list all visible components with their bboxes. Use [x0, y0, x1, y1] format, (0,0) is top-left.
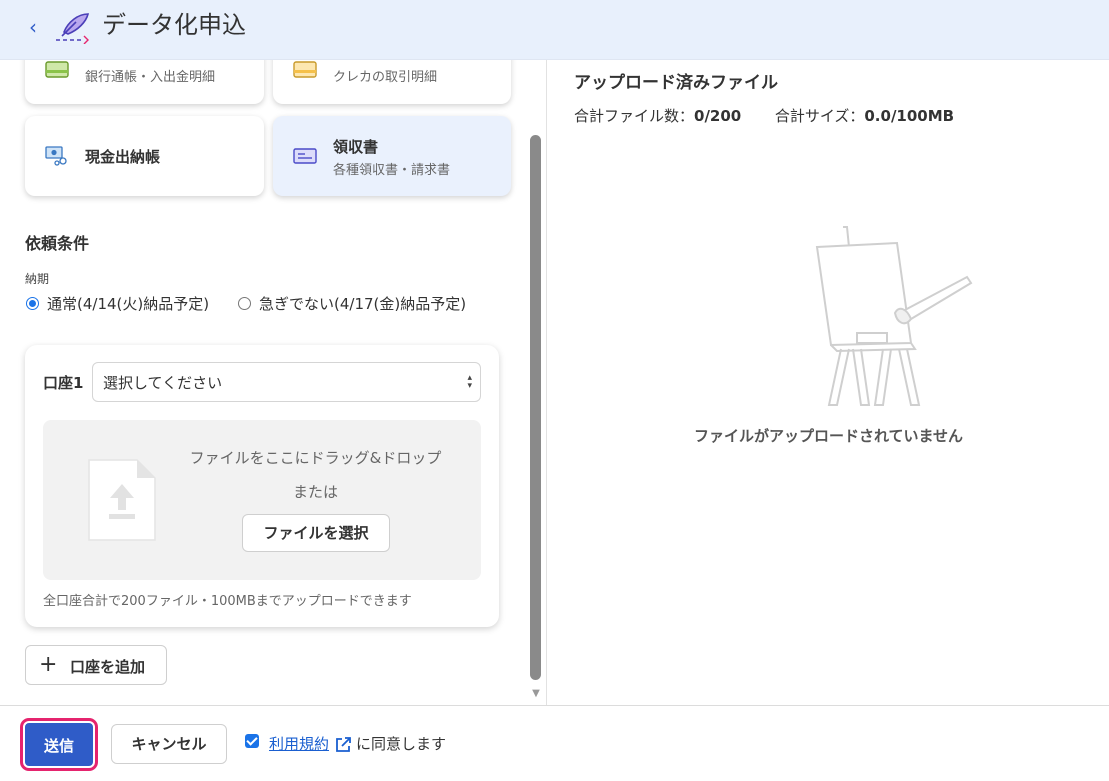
radio-label: 通常(4/14(火)納品予定) — [47, 295, 210, 313]
choose-file-button[interactable]: ファイルを選択 — [242, 514, 390, 552]
app-header: ‹ データ化申込 — [0, 0, 1109, 60]
doc-type-card-cashbook[interactable]: 現金出納帳 — [25, 116, 264, 196]
credit-card-icon — [293, 61, 317, 78]
radio-button[interactable] — [238, 297, 251, 310]
quill-pen-icon — [56, 13, 90, 44]
upload-stats: 合計ファイル数：0/200 合計サイズ：0.0/100MB — [574, 105, 954, 126]
radio-label: 急ぎでない(4/17(金)納品予定) — [259, 295, 467, 313]
bankbook-icon — [45, 61, 69, 78]
radio-button[interactable] — [26, 297, 39, 310]
file-dropzone[interactable]: ファイルをここにドラッグ&ドロップ または ファイルを選択 — [43, 420, 481, 580]
conditions-heading: 依頼条件 — [25, 234, 90, 253]
or-text: または — [292, 483, 338, 501]
agree-suffix-text: に同意します — [356, 735, 447, 753]
receipt-icon — [293, 148, 317, 164]
doc-type-card-receipt[interactable]: 領収書 各種領収書・請求書 — [273, 116, 511, 196]
action-footer: 送信 キャンセル 利用規約 に同意します — [0, 705, 1109, 781]
file-count-label: 合計ファイル数： — [574, 107, 695, 125]
deadline-option-normal[interactable]: 通常(4/14(火)納品予定) — [26, 293, 209, 314]
file-count-value: 0/200 — [694, 107, 742, 125]
uploaded-files-heading: アップロード済みファイル — [574, 73, 778, 93]
card-subtitle: クレカの取引明細 — [333, 70, 438, 85]
deadline-label: 納期 — [25, 272, 50, 286]
application-form: 銀行通帳・入出金明細 クレカの取引明細 現金出納帳 領収書 各種領収書・請求書 … — [0, 60, 546, 705]
terms-agree-checkbox[interactable] — [245, 734, 259, 748]
card-title: 領収書 — [333, 138, 379, 156]
cancel-button[interactable]: キャンセル — [111, 724, 227, 764]
card-subtitle: 各種領収書・請求書 — [333, 163, 451, 178]
add-account-button[interactable]: + 口座を追加 — [25, 645, 167, 685]
external-link-icon[interactable] — [334, 736, 352, 754]
account-label: 口座1 — [43, 374, 84, 392]
doc-type-card-credit[interactable]: クレカの取引明細 — [273, 60, 511, 104]
doc-type-card-bankbook[interactable]: 銀行通帳・入出金明細 — [25, 60, 264, 104]
select-arrows-icon: ▴ ▾ — [467, 373, 472, 391]
back-button[interactable]: ‹ — [22, 14, 44, 40]
easel-icon — [815, 226, 973, 406]
uploaded-files-panel: アップロード済みファイル 合計ファイル数：0/200 合計サイズ：0.0/100… — [546, 60, 1109, 705]
size-value: 0.0/100MB — [864, 107, 955, 125]
deadline-option-slow[interactable]: 急ぎでない(4/17(金)納品予定) — [238, 293, 466, 314]
drop-instruction: ファイルをここにドラッグ&ドロップ — [189, 449, 442, 467]
card-subtitle: 銀行通帳・入出金明細 — [85, 70, 216, 85]
submit-button[interactable]: 送信 — [20, 718, 98, 771]
select-value: 選択してください — [103, 374, 223, 392]
page-title: データ化申込 — [102, 11, 246, 39]
empty-state-text: ファイルがアップロードされていません — [693, 427, 964, 445]
upload-file-icon — [88, 459, 156, 541]
terms-link[interactable]: 利用規約 — [269, 733, 329, 754]
size-label: 合計サイズ： — [774, 107, 865, 125]
account-select[interactable]: 選択してください ▴ ▾ — [92, 362, 481, 402]
plus-icon: + — [39, 652, 58, 677]
scroll-down-icon[interactable]: ▼ — [529, 688, 543, 700]
upload-limit-note: 全口座合計で200ファイル・100MBまでアップロードできます — [43, 594, 412, 609]
cash-icon — [45, 146, 67, 166]
scrollbar-thumb[interactable] — [530, 135, 541, 680]
chevron-left-icon: ‹ — [29, 15, 37, 39]
account-card: 口座1 選択してください ▴ ▾ ファイルをここにドラッグ&ドロップ または ファ… — [25, 345, 499, 627]
card-title: 現金出納帳 — [85, 148, 161, 166]
add-account-label: 口座を追加 — [70, 658, 146, 676]
